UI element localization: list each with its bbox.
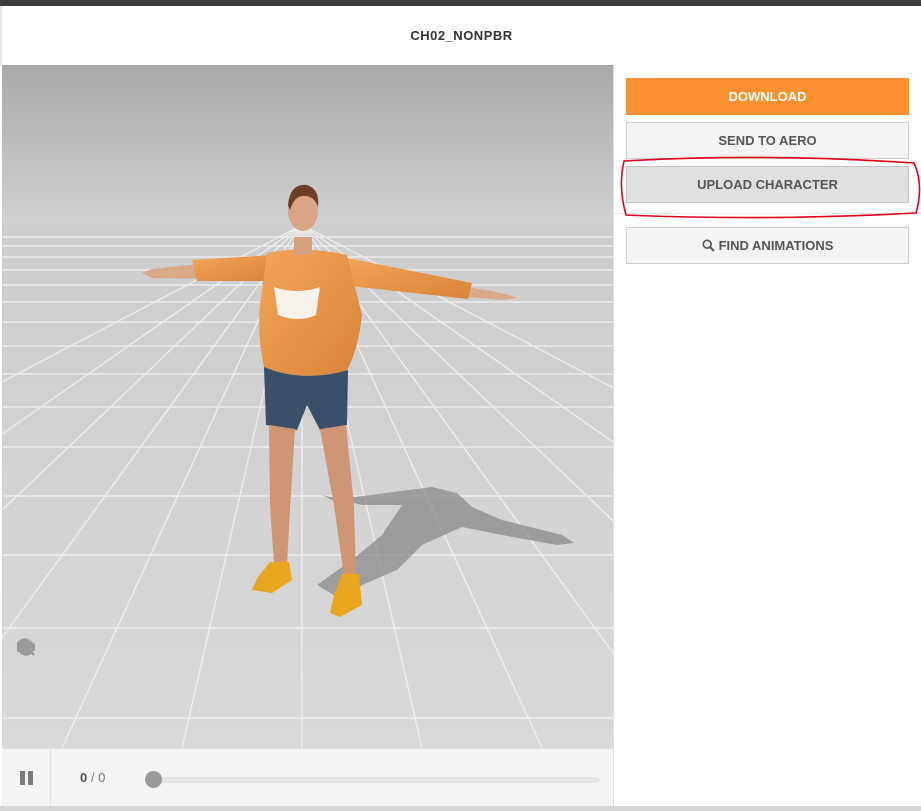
timeline-scrubber[interactable]	[145, 771, 162, 788]
3d-viewport[interactable]	[2, 65, 613, 748]
find-animations-label: FIND ANIMATIONS	[718, 238, 834, 253]
zoom-icon[interactable]	[16, 638, 38, 741]
frame-total: 0	[98, 770, 106, 785]
frame-counter: 0 / 0	[80, 770, 105, 785]
page-title: CH02_NONPBR	[410, 28, 513, 43]
move-icon[interactable]	[16, 638, 38, 716]
scene-render	[2, 65, 613, 748]
download-button[interactable]: DOWNLOAD	[626, 78, 909, 115]
upload-character-button[interactable]: UPLOAD CHARACTER	[626, 166, 909, 203]
frame-current: 0	[80, 770, 88, 785]
animation-player: 0 / 0	[2, 748, 613, 807]
pause-button[interactable]	[2, 749, 51, 807]
rotate-icon[interactable]	[16, 640, 38, 691]
divider	[614, 213, 921, 214]
send-to-aero-button[interactable]: SEND TO AERO	[626, 122, 909, 159]
viewport-toolbar	[16, 637, 40, 748]
actions-panel: DOWNLOAD SEND TO AERO UPLOAD CHARACTER F…	[613, 65, 921, 811]
bottom-strip	[0, 806, 921, 811]
find-animations-button[interactable]: FIND ANIMATIONS	[626, 227, 909, 264]
frame-separator: /	[90, 770, 95, 785]
search-icon	[702, 239, 715, 252]
timeline-track[interactable]	[152, 777, 600, 783]
pause-icon	[20, 771, 25, 785]
header: CH02_NONPBR	[0, 6, 921, 64]
